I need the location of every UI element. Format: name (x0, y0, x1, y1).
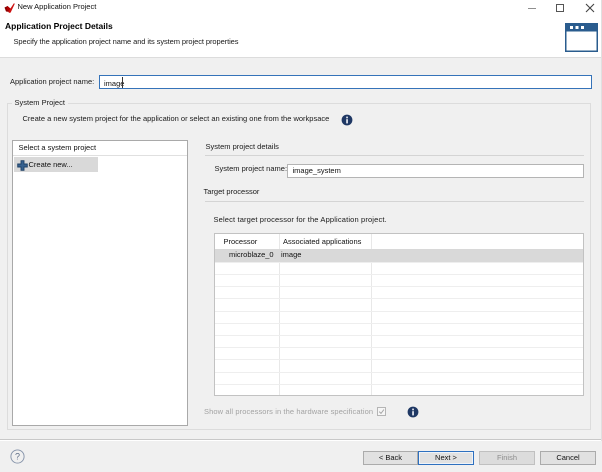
svg-text:?: ? (15, 452, 20, 462)
